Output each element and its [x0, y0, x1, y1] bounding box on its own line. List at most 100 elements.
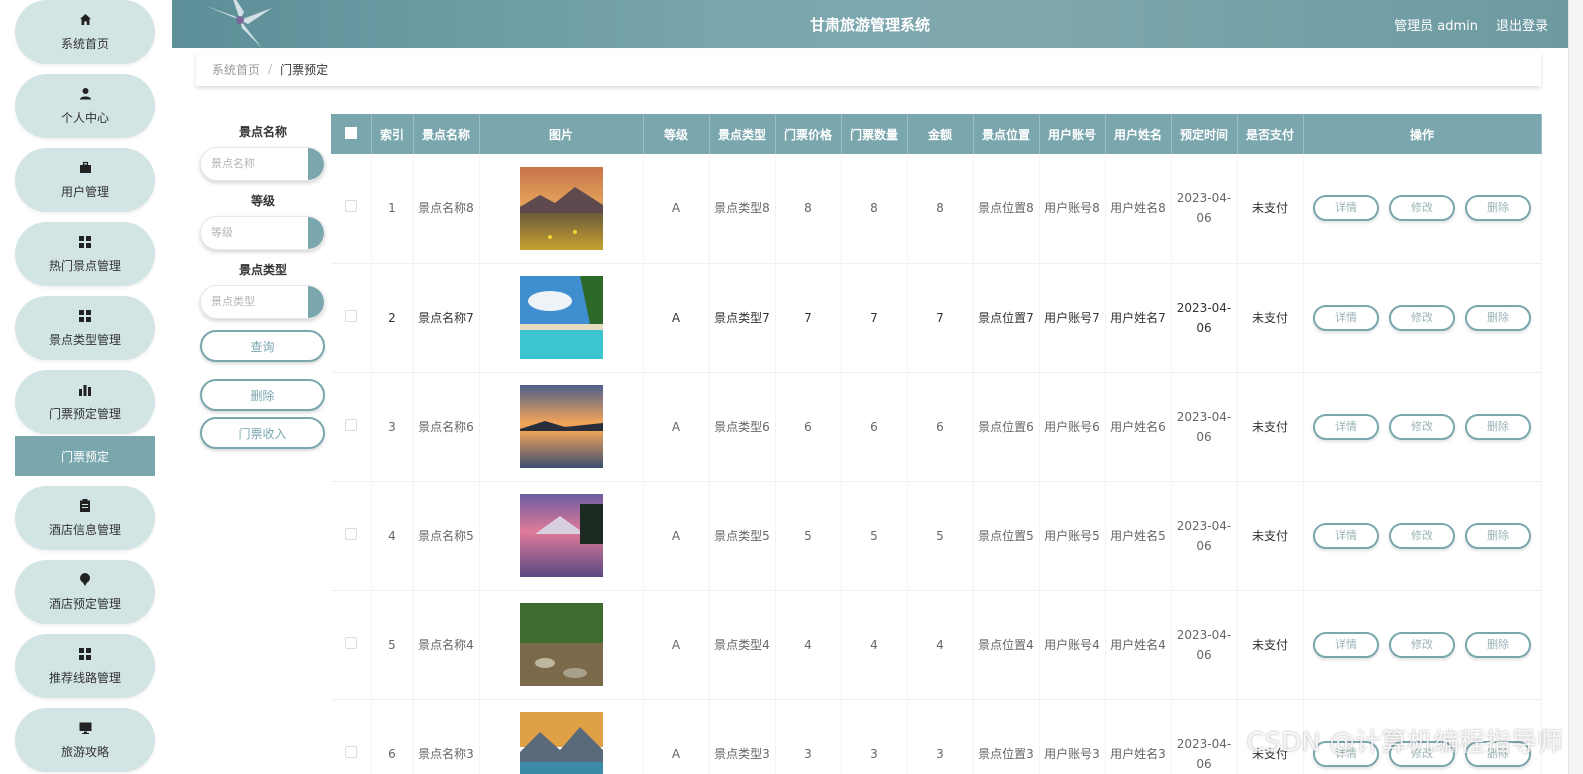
row-checkbox[interactable] — [344, 527, 357, 540]
cell-account: 用户账号3 — [1039, 699, 1106, 774]
table-row[interactable]: 4 景点名称5 A 景点类型5 5 5 5 景点位置5 用户账号5 用户姓名5 2023-04-06… — [331, 481, 1542, 591]
row-checkbox[interactable] — [344, 200, 357, 213]
top-header: 甘肃旅游管理系统 管理员 admin 退出登录 — [172, 0, 1568, 48]
edit-button[interactable]: 修改 — [1389, 631, 1455, 658]
delete-button[interactable]: 删除 — [1465, 195, 1531, 222]
cell-spot-type: 景点类型7 — [709, 263, 776, 373]
sidebar-item-hotel-info[interactable]: 酒店信息管理 — [15, 486, 155, 550]
sidebar-item-spot-types[interactable]: 景点类型管理 — [15, 296, 155, 360]
delete-button[interactable]: 删除 — [1465, 413, 1531, 440]
edit-button[interactable]: 修改 — [1389, 195, 1455, 222]
row-select-cell[interactable] — [331, 481, 372, 591]
spot-image[interactable] — [519, 166, 603, 250]
sidebar-item-hotel-booking[interactable]: 酒店预定管理 — [15, 560, 155, 624]
sidebar-item-routes[interactable]: 推荐线路管理 — [15, 634, 155, 698]
table-row[interactable]: 5 景点名称4 A 景点类型4 4 4 4 景点位置4 用户账号4 用户姓名4 2023-04-06… — [331, 590, 1542, 700]
spot-image[interactable] — [519, 276, 603, 359]
spot-image[interactable] — [519, 712, 603, 774]
cell-price: 4 — [775, 590, 842, 700]
cell-spot-name: 景点名称4 — [413, 590, 480, 700]
spot-image[interactable] — [519, 385, 603, 468]
search-type-field[interactable] — [200, 285, 325, 319]
ticket-income-button[interactable]: 门票收入 — [200, 417, 325, 449]
delete-button[interactable]: 删除 — [1465, 522, 1531, 549]
cell-spot-type: 景点类型8 — [709, 154, 776, 264]
cell-paid-status: 未支付 — [1237, 154, 1304, 264]
cell-quantity: 7 — [841, 263, 908, 373]
user-icon — [78, 87, 92, 101]
cell-amount: 3 — [907, 699, 974, 774]
cell-location: 景点位置6 — [973, 372, 1040, 482]
breadcrumb-separator: / — [268, 62, 273, 76]
cell-paid-status: 未支付 — [1237, 590, 1304, 700]
row-checkbox[interactable] — [344, 418, 357, 431]
sidebar-subitem-ticket-booking[interactable]: 门票预定 — [15, 436, 155, 476]
column-header: 用户姓名 — [1105, 114, 1172, 154]
batch-delete-button[interactable]: 删除 — [200, 379, 325, 411]
cell-booking-time: 2023-04-06 — [1171, 481, 1238, 591]
edit-button[interactable]: 修改 — [1389, 413, 1455, 440]
detail-button[interactable]: 详情 — [1313, 195, 1379, 222]
sidebar-item-label: 热门景点管理 — [48, 258, 121, 273]
row-select-cell[interactable] — [331, 154, 372, 264]
column-header: 索引 — [371, 114, 414, 154]
query-button[interactable]: 查询 — [200, 330, 325, 362]
row-select-cell[interactable] — [331, 699, 372, 774]
detail-button[interactable]: 详情 — [1313, 413, 1379, 440]
detail-button[interactable]: 详情 — [1313, 304, 1379, 331]
detail-button[interactable]: 详情 — [1313, 522, 1379, 549]
cell-level: A — [643, 699, 710, 774]
cell-location: 景点位置8 — [973, 154, 1040, 264]
sidebar-item-guides[interactable]: 旅游攻略 — [15, 708, 155, 772]
detail-button[interactable]: 详情 — [1313, 631, 1379, 658]
input-cap — [308, 286, 324, 318]
row-checkbox[interactable] — [344, 636, 357, 649]
cell-price: 6 — [775, 372, 842, 482]
edit-button[interactable]: 修改 — [1389, 304, 1455, 331]
delete-button[interactable]: 删除 — [1465, 631, 1531, 658]
page-scrollbar[interactable] — [1568, 0, 1583, 774]
column-header: 景点名称 — [413, 114, 480, 154]
table-row[interactable]: 1 景点名称8 A 景点类型8 8 8 8 景点位置8 用户账号8 用户姓名8 2023-04-06… — [331, 154, 1542, 264]
cell-paid-status: 未支付 — [1237, 372, 1304, 482]
sidebar-item-home[interactable]: 系统首页 — [15, 0, 155, 64]
sidebar-item-users[interactable]: 用户管理 — [15, 148, 155, 212]
cell-index: 4 — [371, 481, 414, 591]
row-checkbox[interactable] — [344, 745, 357, 758]
cell-quantity: 3 — [841, 699, 908, 774]
app-root: 系统首页 个人中心 用户管理 热门景点管理 景点类型管理 门票预定管理 门票预定… — [0, 0, 1583, 774]
cell-username: 用户姓名7 — [1105, 263, 1172, 373]
breadcrumb-home[interactable]: 系统首页 — [212, 61, 260, 78]
row-select-cell[interactable] — [331, 590, 372, 700]
search-name-field[interactable] — [200, 147, 325, 181]
spot-image[interactable] — [519, 494, 603, 577]
search-level-input[interactable] — [201, 217, 309, 249]
search-type-input[interactable] — [201, 286, 309, 318]
search-name-input[interactable] — [201, 148, 309, 180]
sidebar-item-ticket-booking[interactable]: 门票预定管理 — [15, 370, 155, 434]
cell-spot-type: 景点类型3 — [709, 699, 776, 774]
sidebar-item-hot-spots[interactable]: 热门景点管理 — [15, 222, 155, 286]
spot-image[interactable] — [519, 603, 603, 686]
row-select-cell[interactable] — [331, 263, 372, 373]
delete-button[interactable]: 删除 — [1465, 304, 1531, 331]
cell-index: 6 — [371, 699, 414, 774]
cell-actions: 详情 修改 删除 — [1303, 263, 1542, 373]
table-row[interactable]: 2 景点名称7 A 景点类型7 7 7 7 景点位置7 用户账号7 用户姓名7 2023-04-06… — [331, 263, 1542, 373]
cell-location: 景点位置5 — [973, 481, 1040, 591]
clipboard-icon — [78, 499, 92, 513]
select-all-cell[interactable] — [331, 114, 372, 154]
row-select-cell[interactable] — [331, 372, 372, 482]
logout-link[interactable]: 退出登录 — [1496, 15, 1548, 34]
input-cap — [308, 148, 324, 180]
sidebar-item-profile[interactable]: 个人中心 — [15, 74, 155, 138]
table-row[interactable]: 3 景点名称6 A 景点类型6 6 6 6 景点位置6 用户账号6 用户姓名6 2023-04-06… — [331, 372, 1542, 482]
edit-button[interactable]: 修改 — [1389, 522, 1455, 549]
sidebar-subitem-label: 门票预定 — [60, 449, 109, 464]
row-checkbox[interactable] — [344, 309, 357, 322]
search-level-field[interactable] — [200, 216, 325, 250]
cell-paid-status: 未支付 — [1237, 263, 1304, 373]
column-header: 景点类型 — [709, 114, 776, 154]
cell-booking-time: 2023-04-06 — [1171, 590, 1238, 700]
select-all-checkbox[interactable] — [344, 126, 357, 139]
